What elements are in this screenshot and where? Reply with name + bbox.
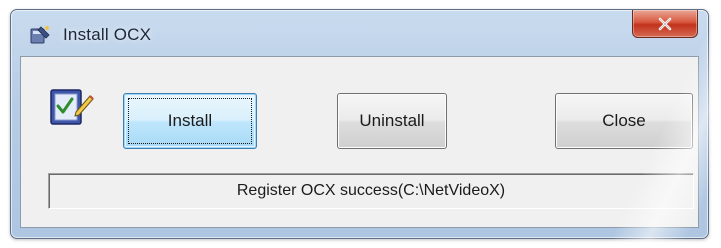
close-icon <box>657 17 673 31</box>
install-ocx-dialog: Install OCX Install Uninstall Close Regi… <box>10 9 709 239</box>
screen: Install OCX Install Uninstall Close Regi… <box>0 0 721 248</box>
title-bar[interactable]: Install OCX <box>11 10 708 56</box>
install-button-label: Install <box>167 111 213 130</box>
status-field: Register OCX success(C:\NetVideoX) <box>48 173 694 209</box>
status-text: Register OCX success(C:\NetVideoX) <box>236 182 506 199</box>
close-button-label: Close <box>602 111 646 130</box>
uninstall-button[interactable]: Uninstall <box>337 93 447 149</box>
close-button[interactable]: Close <box>555 93 693 149</box>
uninstall-button-label: Uninstall <box>359 111 425 130</box>
install-button[interactable]: Install <box>123 93 257 149</box>
window-close-button[interactable] <box>632 10 698 38</box>
checklist-pen-icon <box>48 82 94 128</box>
dialog-body: Install Uninstall Close Register OCX suc… <box>20 56 699 228</box>
window-title: Install OCX <box>63 25 152 44</box>
install-wizard-icon <box>29 24 51 46</box>
